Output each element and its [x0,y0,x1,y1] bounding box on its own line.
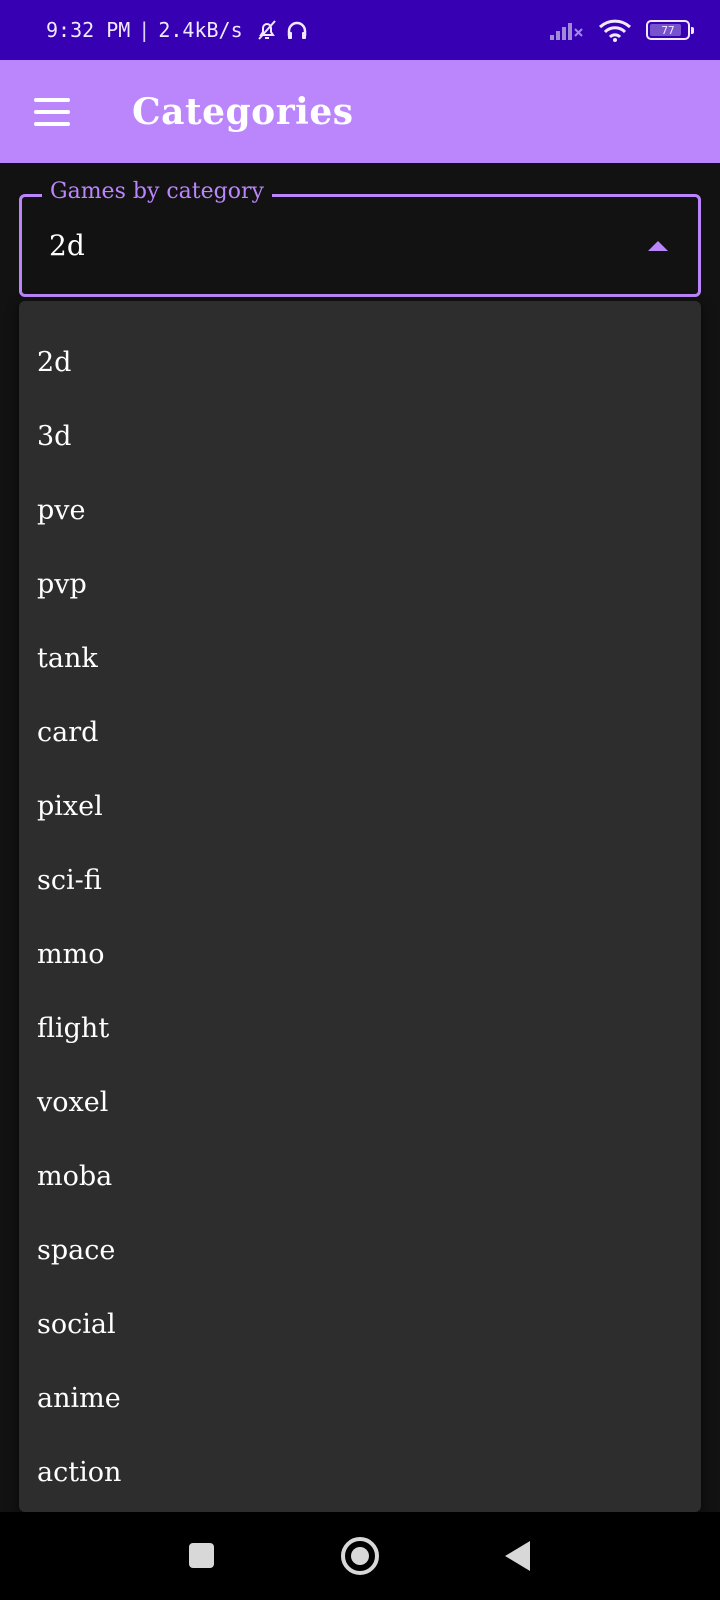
dropdown-item-3d[interactable]: 3d [19,399,701,473]
dropdown-item-flight[interactable]: flight [19,991,701,1065]
hamburger-menu-icon[interactable] [34,97,70,126]
status-left: 9:32 PM | 2.4kB/s [46,18,309,42]
status-time: 9:32 PM [46,18,131,42]
select-value: 2d [49,229,85,262]
category-select[interactable]: Games by category 2d [19,179,701,297]
dropdown-item-moba[interactable]: moba [19,1139,701,1213]
home-icon[interactable] [341,1537,379,1575]
dropdown-item-pixel[interactable]: pixel [19,769,701,843]
dropdown-item-mmo[interactable]: mmo [19,917,701,991]
status-separator: | [138,18,151,42]
dropdown-item-pvp[interactable]: pvp [19,547,701,621]
dropdown-item-voxel[interactable]: voxel [19,1065,701,1139]
system-nav-bar [0,1512,720,1600]
dropdown-item-social[interactable]: social [19,1287,701,1361]
dropdown-item-pve[interactable]: pve [19,473,701,547]
dropdown-item-anime[interactable]: anime [19,1361,701,1435]
status-bar: 9:32 PM | 2.4kB/s 77 [0,0,720,60]
dropdown-item-sci-fi[interactable]: sci-fi [19,843,701,917]
dropdown-item-2d[interactable]: 2d [19,325,701,399]
menu-line [34,109,70,114]
battery-icon: 77 [646,20,694,40]
wifi-icon [598,19,632,42]
dropdown-item-space[interactable]: space [19,1213,701,1287]
signal-icon [550,23,583,40]
caret-up-icon[interactable] [648,241,668,251]
headphones-icon [287,21,306,39]
status-right: 77 [550,18,694,42]
dropdown-item-card[interactable]: card [19,695,701,769]
select-label: Games by category [42,179,272,204]
app-bar: Categories [0,60,720,163]
menu-line [34,121,70,126]
dropdown-item-tank[interactable]: tank [19,621,701,695]
recents-icon[interactable] [189,1543,214,1568]
bell-off-icon [257,20,276,40]
battery-level: 77 [661,23,675,37]
network-speed: 2.4kB/s [158,18,243,42]
back-icon[interactable] [505,1541,530,1571]
menu-line [34,97,70,102]
status-icons [255,18,309,42]
page-title: Categories [132,90,354,133]
dropdown-item-action[interactable]: action [19,1435,701,1509]
category-dropdown-menu: 2d 3d pve pvp tank card pixel sci-fi mmo… [19,301,701,1512]
